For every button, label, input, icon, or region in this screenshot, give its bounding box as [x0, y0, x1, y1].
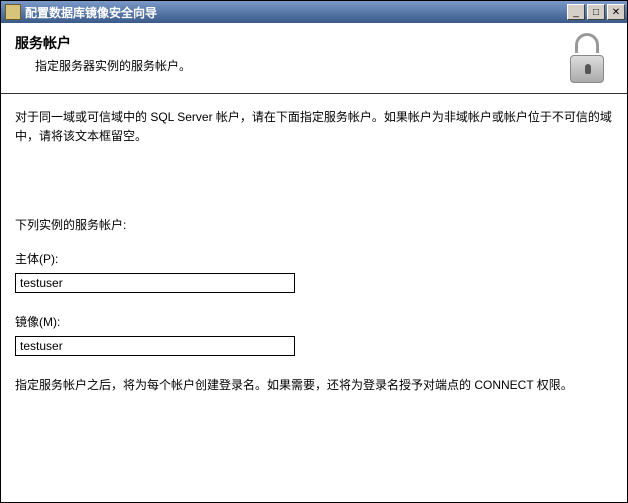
close-icon: ✕ — [612, 7, 620, 18]
instructions-text: 对于同一域或可信域中的 SQL Server 帐户，请在下面指定服务帐户。如果帐… — [15, 108, 613, 146]
app-icon — [5, 4, 21, 20]
footnote-text: 指定服务帐户之后，将为每个帐户创建登录名。如果需要，还将为登录名授予对端点的 C… — [15, 376, 613, 395]
maximize-button[interactable]: □ — [587, 4, 605, 20]
close-button[interactable]: ✕ — [607, 4, 625, 20]
minimize-icon: _ — [573, 7, 579, 18]
maximize-icon: □ — [593, 7, 599, 18]
section-label: 下列实例的服务帐户: — [15, 216, 613, 235]
principal-field-block: 主体(P): — [15, 250, 613, 293]
lock-icon — [565, 33, 609, 83]
wizard-header: 服务帐户 指定服务器实例的服务帐户。 — [1, 23, 627, 94]
mirror-label: 镜像(M): — [15, 313, 613, 332]
page-subtitle: 指定服务器实例的服务帐户。 — [35, 57, 565, 74]
mirror-input[interactable] — [15, 336, 295, 356]
wizard-content: 对于同一域或可信域中的 SQL Server 帐户，请在下面指定服务帐户。如果帐… — [1, 94, 627, 502]
title-bar: 配置数据库镜像安全向导 _ □ ✕ — [1, 1, 627, 23]
header-text: 服务帐户 指定服务器实例的服务帐户。 — [15, 33, 565, 74]
principal-input[interactable] — [15, 273, 295, 293]
wizard-window: 配置数据库镜像安全向导 _ □ ✕ 服务帐户 指定服务器实例的服务帐户。 对于同… — [0, 0, 628, 503]
minimize-button[interactable]: _ — [567, 4, 585, 20]
window-buttons: _ □ ✕ — [567, 4, 625, 20]
window-title: 配置数据库镜像安全向导 — [25, 4, 567, 21]
mirror-field-block: 镜像(M): — [15, 313, 613, 356]
principal-label: 主体(P): — [15, 250, 613, 269]
page-title: 服务帐户 — [15, 33, 565, 53]
